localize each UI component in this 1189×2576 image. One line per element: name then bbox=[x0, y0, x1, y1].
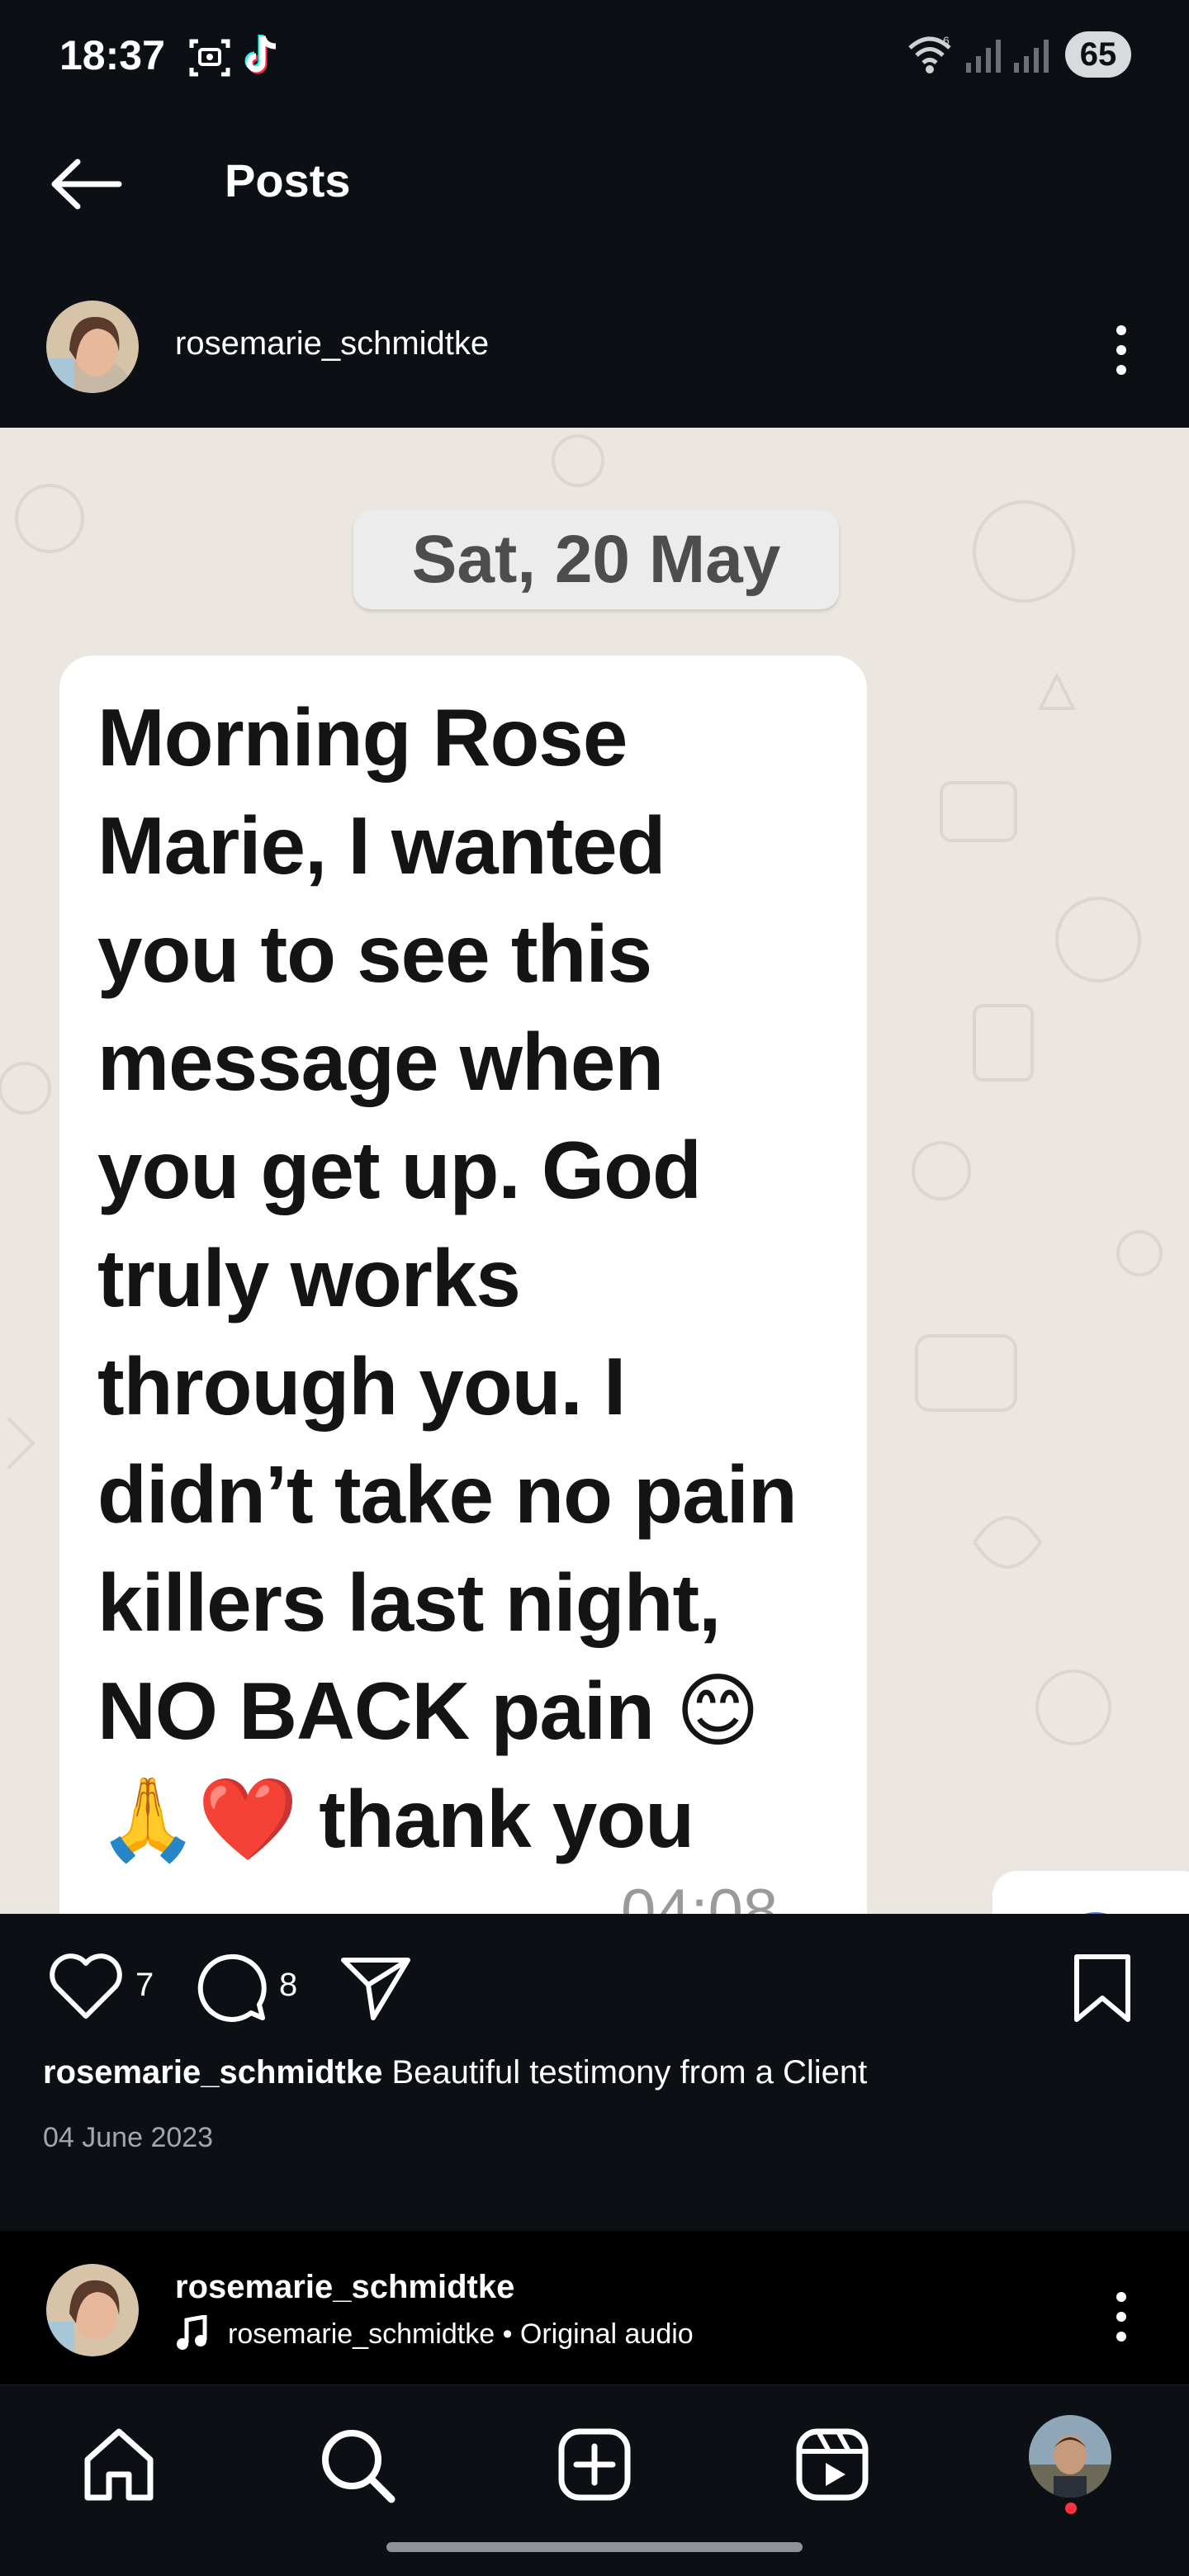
header: Posts bbox=[0, 124, 1189, 239]
music-note-icon bbox=[177, 2315, 207, 2350]
battery-indicator: 65 bbox=[1065, 31, 1131, 78]
caption-author[interactable]: rosemarie_schmidtke bbox=[43, 2054, 382, 2091]
bookmark-icon[interactable] bbox=[1072, 1952, 1133, 2024]
status-time: 18:37 bbox=[59, 32, 165, 78]
heart-icon[interactable] bbox=[48, 1952, 124, 2021]
post-date: 04 June 2023 bbox=[43, 2122, 214, 2153]
wifi-icon: 6 bbox=[908, 34, 951, 73]
next-post-audio[interactable]: rosemarie_schmidtke • Original audio bbox=[228, 2318, 694, 2351]
chat-message-text: Morning Rose Marie, I wanted you to see … bbox=[97, 692, 798, 1864]
svg-text:6: 6 bbox=[943, 34, 950, 47]
avatar[interactable] bbox=[46, 301, 139, 393]
post-image[interactable]: Sat, 20 May Morning Rose Marie, I wanted… bbox=[0, 428, 1189, 1914]
notification-dot bbox=[1065, 2503, 1077, 2514]
kebab-menu-icon[interactable] bbox=[1105, 322, 1138, 380]
like-count[interactable]: 7 bbox=[135, 1967, 154, 2004]
avatar[interactable] bbox=[46, 2264, 139, 2356]
home-icon[interactable] bbox=[78, 2423, 160, 2506]
next-bubble-edge bbox=[992, 1871, 1189, 1914]
caption-text: Beautiful testimony from a Client bbox=[391, 2054, 868, 2091]
home-indicator[interactable] bbox=[386, 2542, 803, 2552]
arrow-left-icon[interactable] bbox=[45, 155, 127, 213]
signal-icon bbox=[1014, 40, 1049, 73]
reels-icon[interactable] bbox=[791, 2423, 874, 2506]
page-title: Posts bbox=[225, 154, 351, 206]
post-actions: 7 8 bbox=[0, 1914, 1189, 2062]
chat-message-bubble: Morning Rose Marie, I wanted you to see … bbox=[59, 656, 867, 1914]
chat-message-time: 04:08 bbox=[621, 1877, 779, 1914]
next-post-header: rosemarie_schmidtke rosemarie_schmidtke … bbox=[0, 2231, 1189, 2384]
post-author-row: rosemarie_schmidtke bbox=[0, 289, 1189, 405]
signal-icon bbox=[966, 40, 1001, 73]
status-bar: 18:37 6 65 bbox=[0, 0, 1189, 116]
screenshot-icon bbox=[189, 39, 230, 77]
create-icon[interactable] bbox=[553, 2423, 636, 2506]
next-post-author[interactable]: rosemarie_schmidtke bbox=[175, 2269, 514, 2306]
profile-avatar[interactable] bbox=[1029, 2415, 1111, 2498]
comment-count[interactable]: 8 bbox=[279, 1967, 297, 2004]
kebab-menu-icon[interactable] bbox=[1105, 2289, 1138, 2346]
comment-icon[interactable] bbox=[193, 1952, 268, 2026]
bottom-nav bbox=[0, 2384, 1189, 2576]
post-author-name[interactable]: rosemarie_schmidtke bbox=[175, 325, 489, 362]
post-caption: rosemarie_schmidtke Beautiful testimony … bbox=[43, 2054, 867, 2091]
chat-date-label: Sat, 20 May bbox=[353, 510, 839, 609]
search-icon[interactable] bbox=[315, 2423, 398, 2506]
share-icon[interactable] bbox=[339, 1953, 413, 2023]
tiktok-icon bbox=[244, 35, 277, 74]
